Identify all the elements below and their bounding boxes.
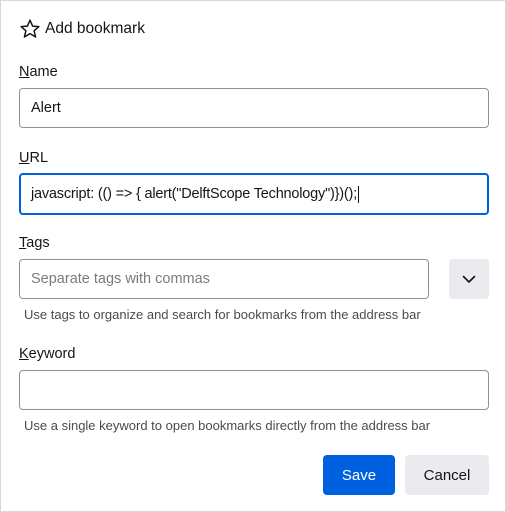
text-caret bbox=[358, 185, 360, 203]
url-label: URL bbox=[19, 150, 49, 166]
name-label: Name bbox=[19, 64, 58, 80]
url-input[interactable]: javascript: (() => { alert("DelftScope T… bbox=[19, 173, 489, 215]
cancel-button[interactable]: Cancel bbox=[405, 455, 489, 495]
name-input[interactable]: Alert bbox=[19, 88, 489, 128]
keyword-input[interactable] bbox=[19, 370, 489, 410]
url-input-value: javascript: (() => { alert("DelftScope T… bbox=[31, 186, 358, 202]
dialog-title: Add bookmark bbox=[45, 20, 145, 37]
add-bookmark-dialog: Add bookmark Name Alert URL javascript: … bbox=[0, 0, 506, 512]
keyword-hint: Use a single keyword to open bookmarks d… bbox=[24, 418, 431, 433]
dialog-header: Add bookmark bbox=[19, 17, 145, 41]
tags-dropdown-button[interactable] bbox=[449, 259, 489, 299]
tags-input-placeholder: Separate tags with commas bbox=[31, 271, 210, 287]
keyword-label: Keyword bbox=[19, 346, 76, 362]
tags-label: Tags bbox=[19, 235, 50, 251]
chevron-down-icon bbox=[460, 270, 478, 288]
save-button[interactable]: Save bbox=[323, 455, 395, 495]
name-input-value: Alert bbox=[31, 100, 61, 116]
star-icon bbox=[19, 18, 41, 40]
tags-input[interactable]: Separate tags with commas bbox=[19, 259, 429, 299]
tags-hint: Use tags to organize and search for book… bbox=[24, 307, 421, 322]
